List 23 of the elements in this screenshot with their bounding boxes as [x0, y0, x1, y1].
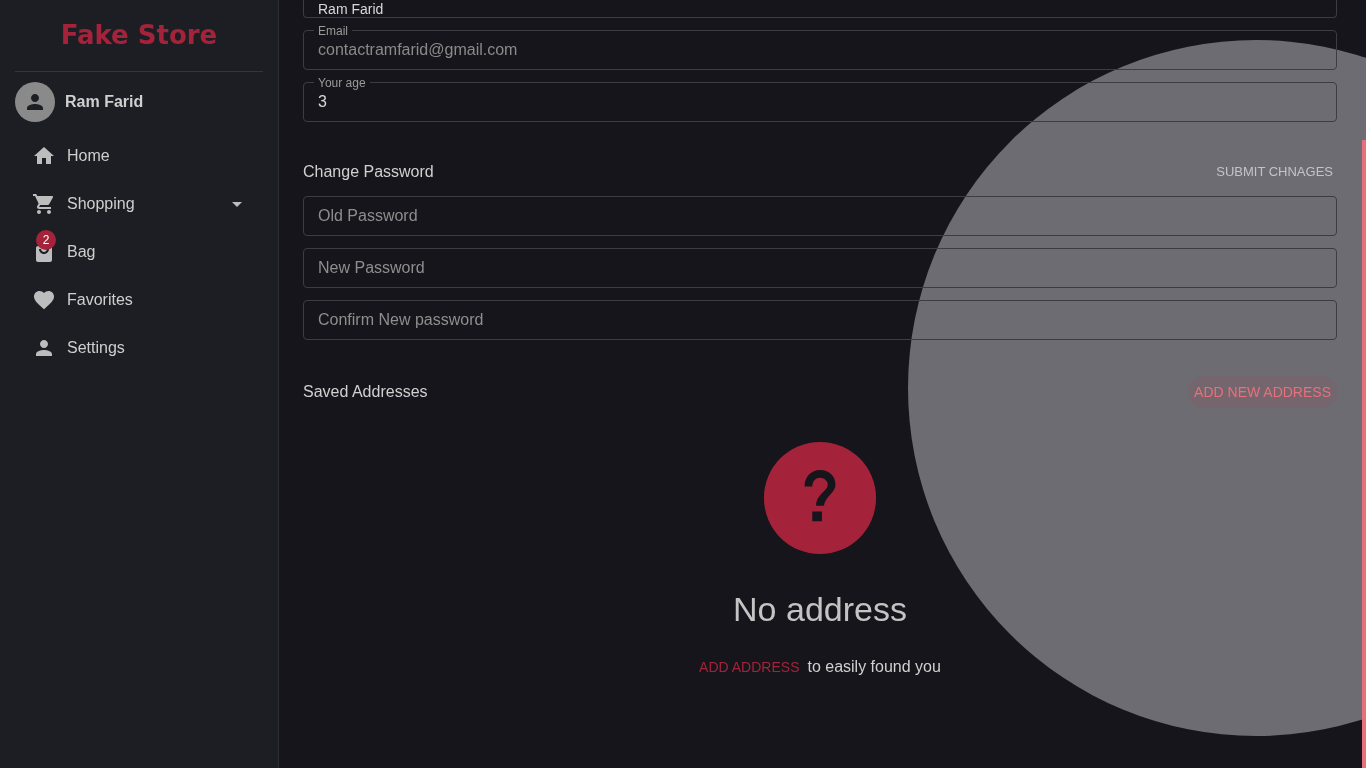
password-field[interactable]: Confirm New password [303, 300, 1337, 340]
section-title: Change Password [303, 162, 434, 182]
user-name: Ram Farid [65, 92, 144, 112]
section-title: Saved Addresses [303, 382, 428, 402]
nav-item[interactable]: Settings [0, 324, 278, 372]
dropdown-caret-icon [232, 201, 242, 207]
heart-icon [32, 288, 56, 312]
password-field[interactable]: Old Password [303, 196, 1337, 236]
nav-item[interactable]: Favorites [0, 276, 278, 324]
text-field[interactable]: Ram Farid [303, 0, 1337, 18]
nav-item[interactable]: Shopping [0, 180, 278, 228]
field-value: 3 [318, 92, 327, 112]
nav-item[interactable]: 2 Bag [0, 228, 278, 276]
nav-item[interactable]: Home [0, 132, 278, 180]
empty-heading: No address [733, 589, 907, 630]
field-value: contactramfarid@gmail.com [318, 40, 518, 60]
cart-icon [32, 192, 56, 216]
question-mark-icon [762, 440, 878, 556]
count-badge: 2 [36, 230, 56, 250]
field-label: Your age [314, 75, 370, 91]
field-value: Ram Farid [318, 0, 384, 17]
password-field[interactable]: New Password [303, 248, 1337, 288]
hint-text: to easily found you [807, 657, 941, 677]
